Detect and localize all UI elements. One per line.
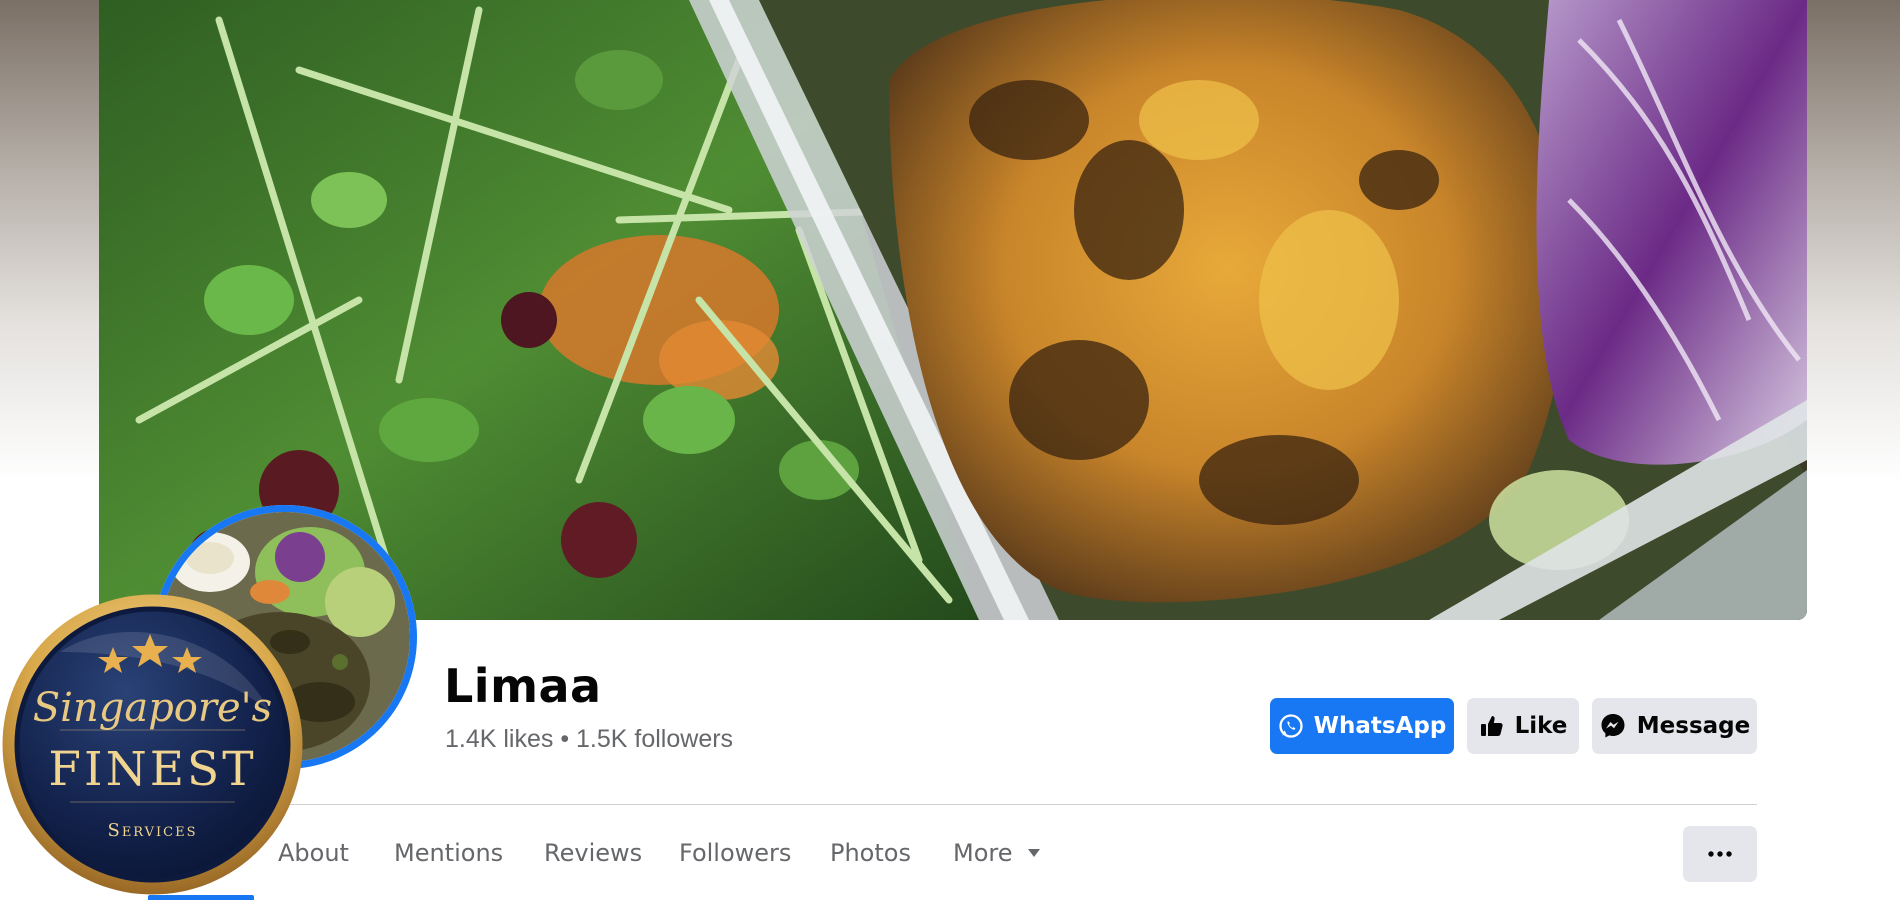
tab-more-label: More xyxy=(953,839,1013,867)
badge-line-1: Singapore's xyxy=(32,685,273,731)
tab-followers[interactable]: Followers xyxy=(679,838,791,868)
caret-down-icon xyxy=(1027,848,1041,858)
page-title: Limaa xyxy=(444,659,602,713)
singapores-finest-badge: Singapore's FINEST Services xyxy=(0,592,305,897)
page-stats[interactable]: 1.4K likes • 1.5K followers xyxy=(445,722,733,756)
tab-photos[interactable]: Photos xyxy=(830,838,911,868)
tab-reviews[interactable]: Reviews xyxy=(544,838,642,868)
badge-line-3: Services xyxy=(107,820,198,841)
ellipsis-icon xyxy=(1708,851,1732,857)
tab-mentions[interactable]: Mentions xyxy=(394,838,503,868)
messenger-icon xyxy=(1599,712,1627,740)
message-button[interactable]: Message xyxy=(1592,698,1757,754)
whatsapp-label: WhatsApp xyxy=(1313,713,1447,739)
whatsapp-button[interactable]: WhatsApp xyxy=(1270,698,1454,754)
tab-more[interactable]: More xyxy=(953,838,1041,868)
badge-line-2: FINEST xyxy=(48,742,257,797)
more-options-button[interactable] xyxy=(1683,826,1757,882)
thumbs-up-icon xyxy=(1479,713,1505,739)
message-label: Message xyxy=(1636,713,1751,739)
like-button[interactable]: Like xyxy=(1467,698,1579,754)
like-label: Like xyxy=(1514,713,1568,739)
whatsapp-icon xyxy=(1278,713,1304,739)
section-divider xyxy=(278,804,1757,805)
